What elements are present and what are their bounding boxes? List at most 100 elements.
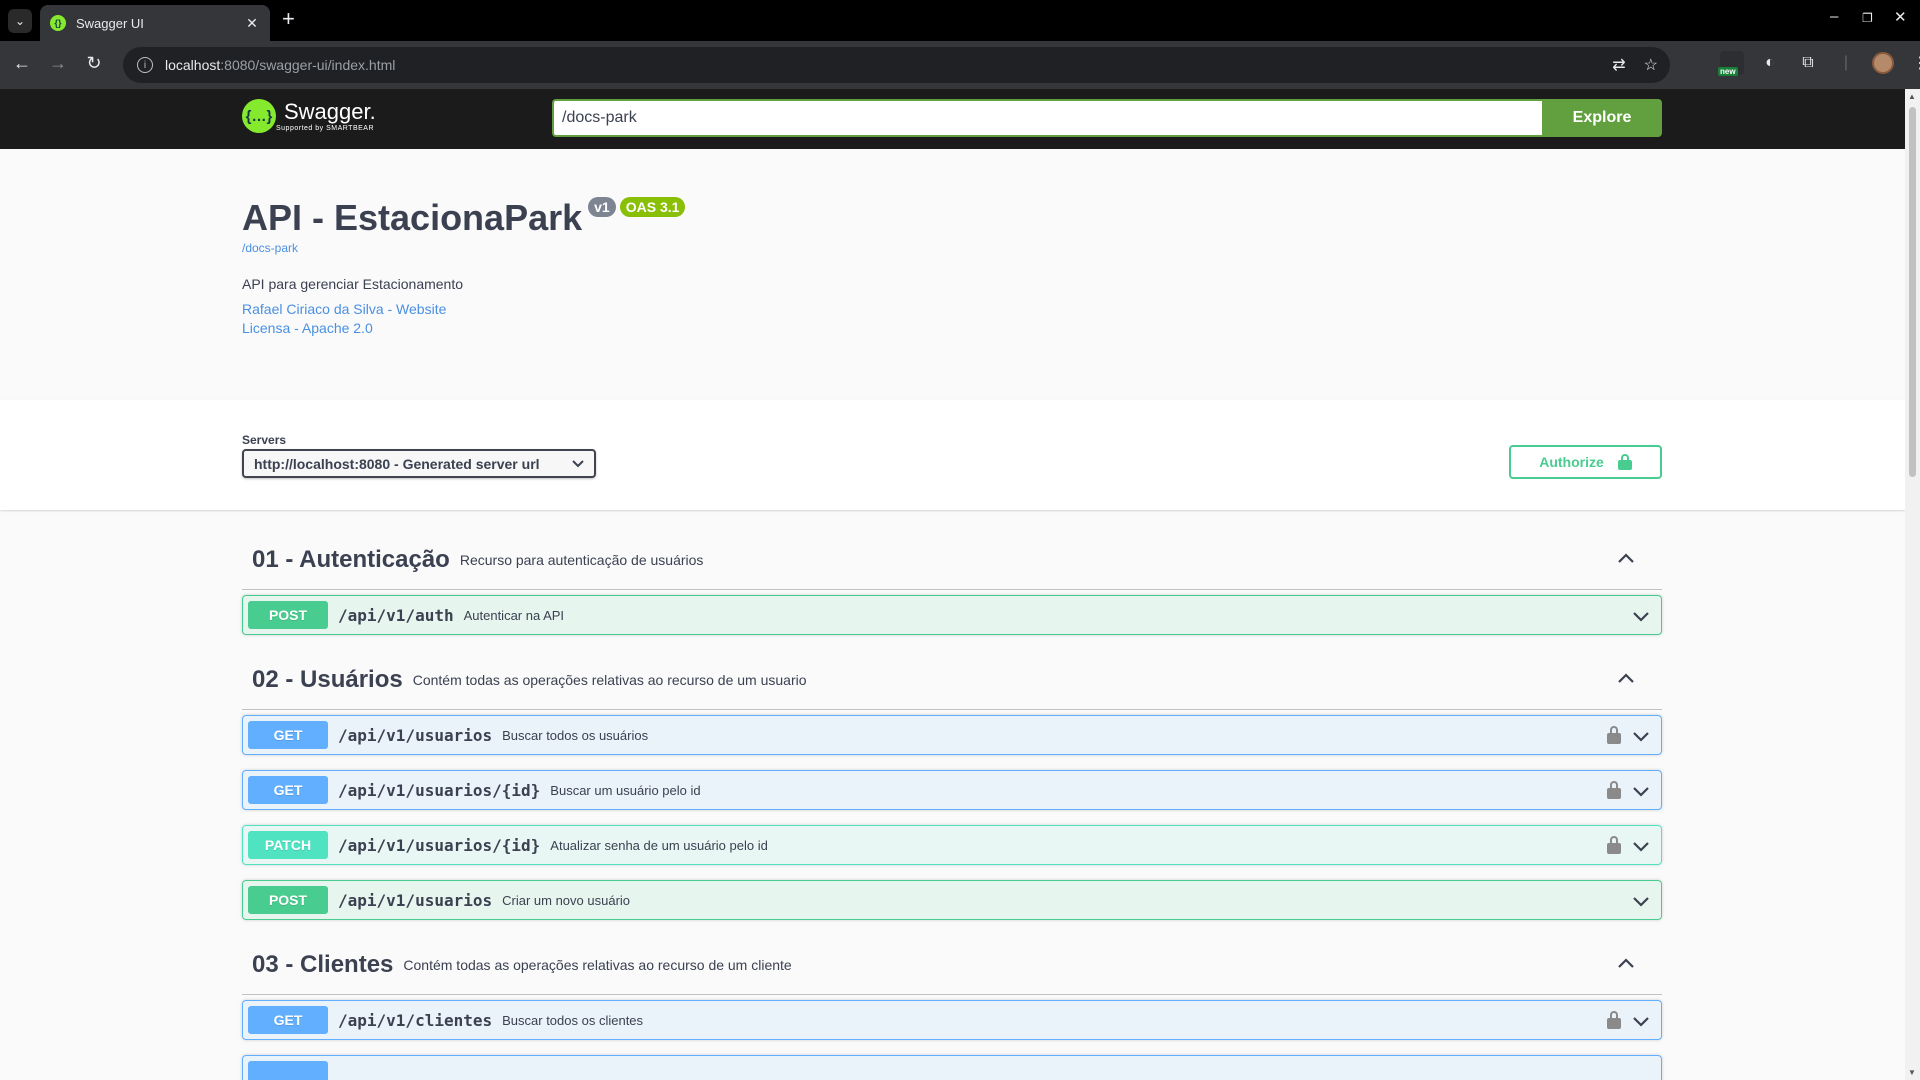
operation-get[interactable]: GET/api/v1/clientes Buscar todos os clien… bbox=[242, 1000, 1662, 1040]
chevron-down-icon[interactable] bbox=[1631, 606, 1651, 626]
scroll-thumb[interactable] bbox=[1909, 107, 1916, 477]
oas-badge: OAS 3.1 bbox=[619, 197, 686, 217]
authorize-button[interactable]: Authorize bbox=[1509, 445, 1662, 479]
tag-description: Recurso para autenticação de usuários bbox=[459, 551, 704, 568]
http-method-badge: GET bbox=[248, 1006, 328, 1034]
swagger-favicon-icon: {} bbox=[50, 15, 66, 31]
back-icon[interactable]: ← bbox=[10, 53, 34, 74]
browser-menu-icon[interactable]: ⋮ bbox=[1908, 51, 1920, 75]
chevron-down-icon[interactable] bbox=[1631, 781, 1651, 801]
translate-icon[interactable]: ⇄ bbox=[1612, 55, 1625, 75]
tag-description: Contém todas as operações relativas ao r… bbox=[412, 671, 807, 688]
tag-section-header[interactable]: 02 - Usuários Contém todas as operações r… bbox=[242, 650, 1662, 710]
servers-select[interactable]: http://localhost:8080 - Generated server… bbox=[242, 449, 596, 478]
lock-open-icon bbox=[1617, 454, 1632, 470]
minimize-icon[interactable]: – bbox=[1830, 8, 1838, 25]
base-url-link[interactable]: /docs-park bbox=[242, 241, 298, 255]
chevron-down-icon[interactable] bbox=[1631, 836, 1651, 856]
servers-section: Servers http://localhost:8080 - Generate… bbox=[0, 400, 1905, 510]
select-chevron-down-icon bbox=[572, 459, 584, 467]
tag-name: 02 - Usuários bbox=[252, 665, 403, 693]
server-selected-value: http://localhost:8080 - Generated server… bbox=[254, 455, 540, 472]
scroll-down-icon[interactable]: ▼ bbox=[1908, 1068, 1916, 1077]
scroll-up-icon[interactable]: ▲ bbox=[1908, 92, 1916, 101]
operation-path: /api/v1/usuarios/{id} bbox=[338, 835, 541, 855]
url-path: :8080/swagger-ui/index.html bbox=[220, 57, 396, 73]
license-link[interactable]: Licensa - Apache 2.0 bbox=[242, 320, 373, 336]
chevron-down-icon[interactable] bbox=[1631, 726, 1651, 746]
tag-description: Contém todas as operações relativas ao r… bbox=[403, 956, 792, 973]
lock-icon[interactable] bbox=[1607, 836, 1621, 854]
new-tab-icon[interactable]: + bbox=[282, 8, 295, 30]
http-method-badge: POST bbox=[248, 886, 328, 914]
site-info-icon[interactable]: i bbox=[137, 57, 153, 73]
tag-name: 01 - Autenticação bbox=[252, 545, 450, 573]
url-host: localhost bbox=[165, 57, 221, 73]
operation-patch[interactable]: PATCH/api/v1/usuarios/{id} Atualizar senh… bbox=[242, 825, 1662, 865]
operation-get[interactable]: GET/api/v1/usuarios Buscar todos os usuár… bbox=[242, 715, 1662, 755]
lock-icon[interactable] bbox=[1607, 781, 1621, 799]
tab-title: Swagger UI bbox=[76, 15, 144, 31]
tab-search-menu-icon[interactable]: ⌄ bbox=[8, 9, 32, 33]
page-viewport: {…} Swagger. Supported by SMARTBEAR Expl… bbox=[0, 89, 1905, 1080]
toolbar-divider: | bbox=[1843, 54, 1849, 71]
chevron-down-icon[interactable] bbox=[1631, 891, 1651, 911]
page-scrollbar[interactable]: ▲ ▼ bbox=[1905, 89, 1920, 1080]
logo-subtext: Supported by SMARTBEAR bbox=[276, 124, 375, 132]
operation-path: /api/v1/usuarios bbox=[338, 890, 493, 910]
chevron-down-icon[interactable] bbox=[1631, 1011, 1651, 1031]
operation-post[interactable]: POST/api/v1/auth Autenticar na API bbox=[242, 595, 1662, 635]
logo-text: Swagger. bbox=[284, 98, 376, 124]
forward-icon[interactable]: → bbox=[46, 53, 70, 74]
http-method-badge: GET bbox=[248, 721, 328, 749]
extension-new-icon[interactable]: new bbox=[1718, 51, 1744, 76]
lock-icon[interactable] bbox=[1607, 726, 1621, 744]
browser-tabstrip: ⌄ {} Swagger UI ✕ + – ❐ ✕ bbox=[0, 0, 1920, 41]
tab-close-icon[interactable]: ✕ bbox=[244, 15, 260, 32]
operation-summary: Buscar todos os usuários bbox=[502, 727, 649, 743]
chevron-up-icon[interactable] bbox=[1616, 548, 1636, 568]
extension-circle-icon[interactable]: ◐ bbox=[1758, 51, 1782, 75]
http-method-badge: POST bbox=[248, 601, 328, 629]
operation-path: /api/v1/auth bbox=[338, 605, 454, 625]
api-description: API para gerenciar Estacionamento bbox=[242, 276, 464, 292]
restore-icon[interactable]: ❐ bbox=[1862, 11, 1873, 25]
spec-url-input[interactable] bbox=[552, 99, 1542, 137]
lock-icon[interactable] bbox=[1607, 1011, 1621, 1029]
browser-toolbar: ← → ↻ i localhost:8080/swagger-ui/index.… bbox=[0, 41, 1920, 89]
operation-summary: Buscar todos os clientes bbox=[502, 1012, 644, 1028]
operation-summary: Criar um novo usuário bbox=[502, 892, 631, 908]
tag-section-header[interactable]: 03 - Clientes Contém todas as operações r… bbox=[242, 935, 1662, 995]
swagger-logo-icon: {…} bbox=[242, 99, 276, 133]
profile-avatar[interactable] bbox=[1872, 52, 1894, 74]
http-method-badge: PATCH bbox=[248, 831, 328, 859]
tag-section-header[interactable]: 01 - Autenticação Recurso para autenticaç… bbox=[242, 530, 1662, 590]
explore-button[interactable]: Explore bbox=[1542, 99, 1662, 137]
version-badge: v1 bbox=[588, 197, 616, 217]
chevron-up-icon[interactable] bbox=[1616, 953, 1636, 973]
address-bar[interactable]: i localhost:8080/swagger-ui/index.html ⇄… bbox=[123, 47, 1670, 83]
operation-path: /api/v1/usuarios/{id} bbox=[338, 780, 541, 800]
reload-icon[interactable]: ↻ bbox=[82, 53, 106, 74]
extensions-puzzle-icon[interactable]: ⧉ bbox=[1796, 51, 1820, 75]
api-info-section: API - EstacionaPark v1 OAS 3.1 /docs-par… bbox=[0, 149, 1905, 400]
window-close-icon[interactable]: ✕ bbox=[1894, 8, 1907, 26]
operation-post[interactable]: POST/api/v1/usuarios Criar um novo usuári… bbox=[242, 880, 1662, 920]
http-method-badge: GET bbox=[248, 776, 328, 804]
operation-path: /api/v1/usuarios bbox=[338, 725, 493, 745]
swagger-logo[interactable]: {…} Swagger. Supported by SMARTBEAR bbox=[242, 99, 376, 133]
operation-get[interactable]: GET/api/v1/usuarios/{id} Buscar um usuári… bbox=[242, 770, 1662, 810]
operations-list: 01 - Autenticação Recurso para autenticaç… bbox=[242, 530, 1662, 1080]
authorize-label: Authorize bbox=[1539, 454, 1604, 470]
bookmark-star-icon[interactable]: ☆ bbox=[1644, 55, 1658, 75]
tag-name: 03 - Clientes bbox=[252, 950, 394, 978]
chevron-up-icon[interactable] bbox=[1616, 668, 1636, 688]
operation-get-partial[interactable] bbox=[242, 1055, 1662, 1080]
servers-label: Servers bbox=[242, 433, 287, 447]
contact-website-link[interactable]: Rafael Ciriaco da Silva - Website bbox=[242, 301, 446, 317]
http-method-badge bbox=[248, 1061, 328, 1080]
swagger-topbar: {…} Swagger. Supported by SMARTBEAR Expl… bbox=[0, 89, 1905, 149]
operation-summary: Buscar um usuário pelo id bbox=[550, 782, 701, 798]
operation-summary: Autenticar na API bbox=[463, 607, 565, 623]
browser-tab[interactable]: {} Swagger UI ✕ bbox=[40, 5, 270, 41]
